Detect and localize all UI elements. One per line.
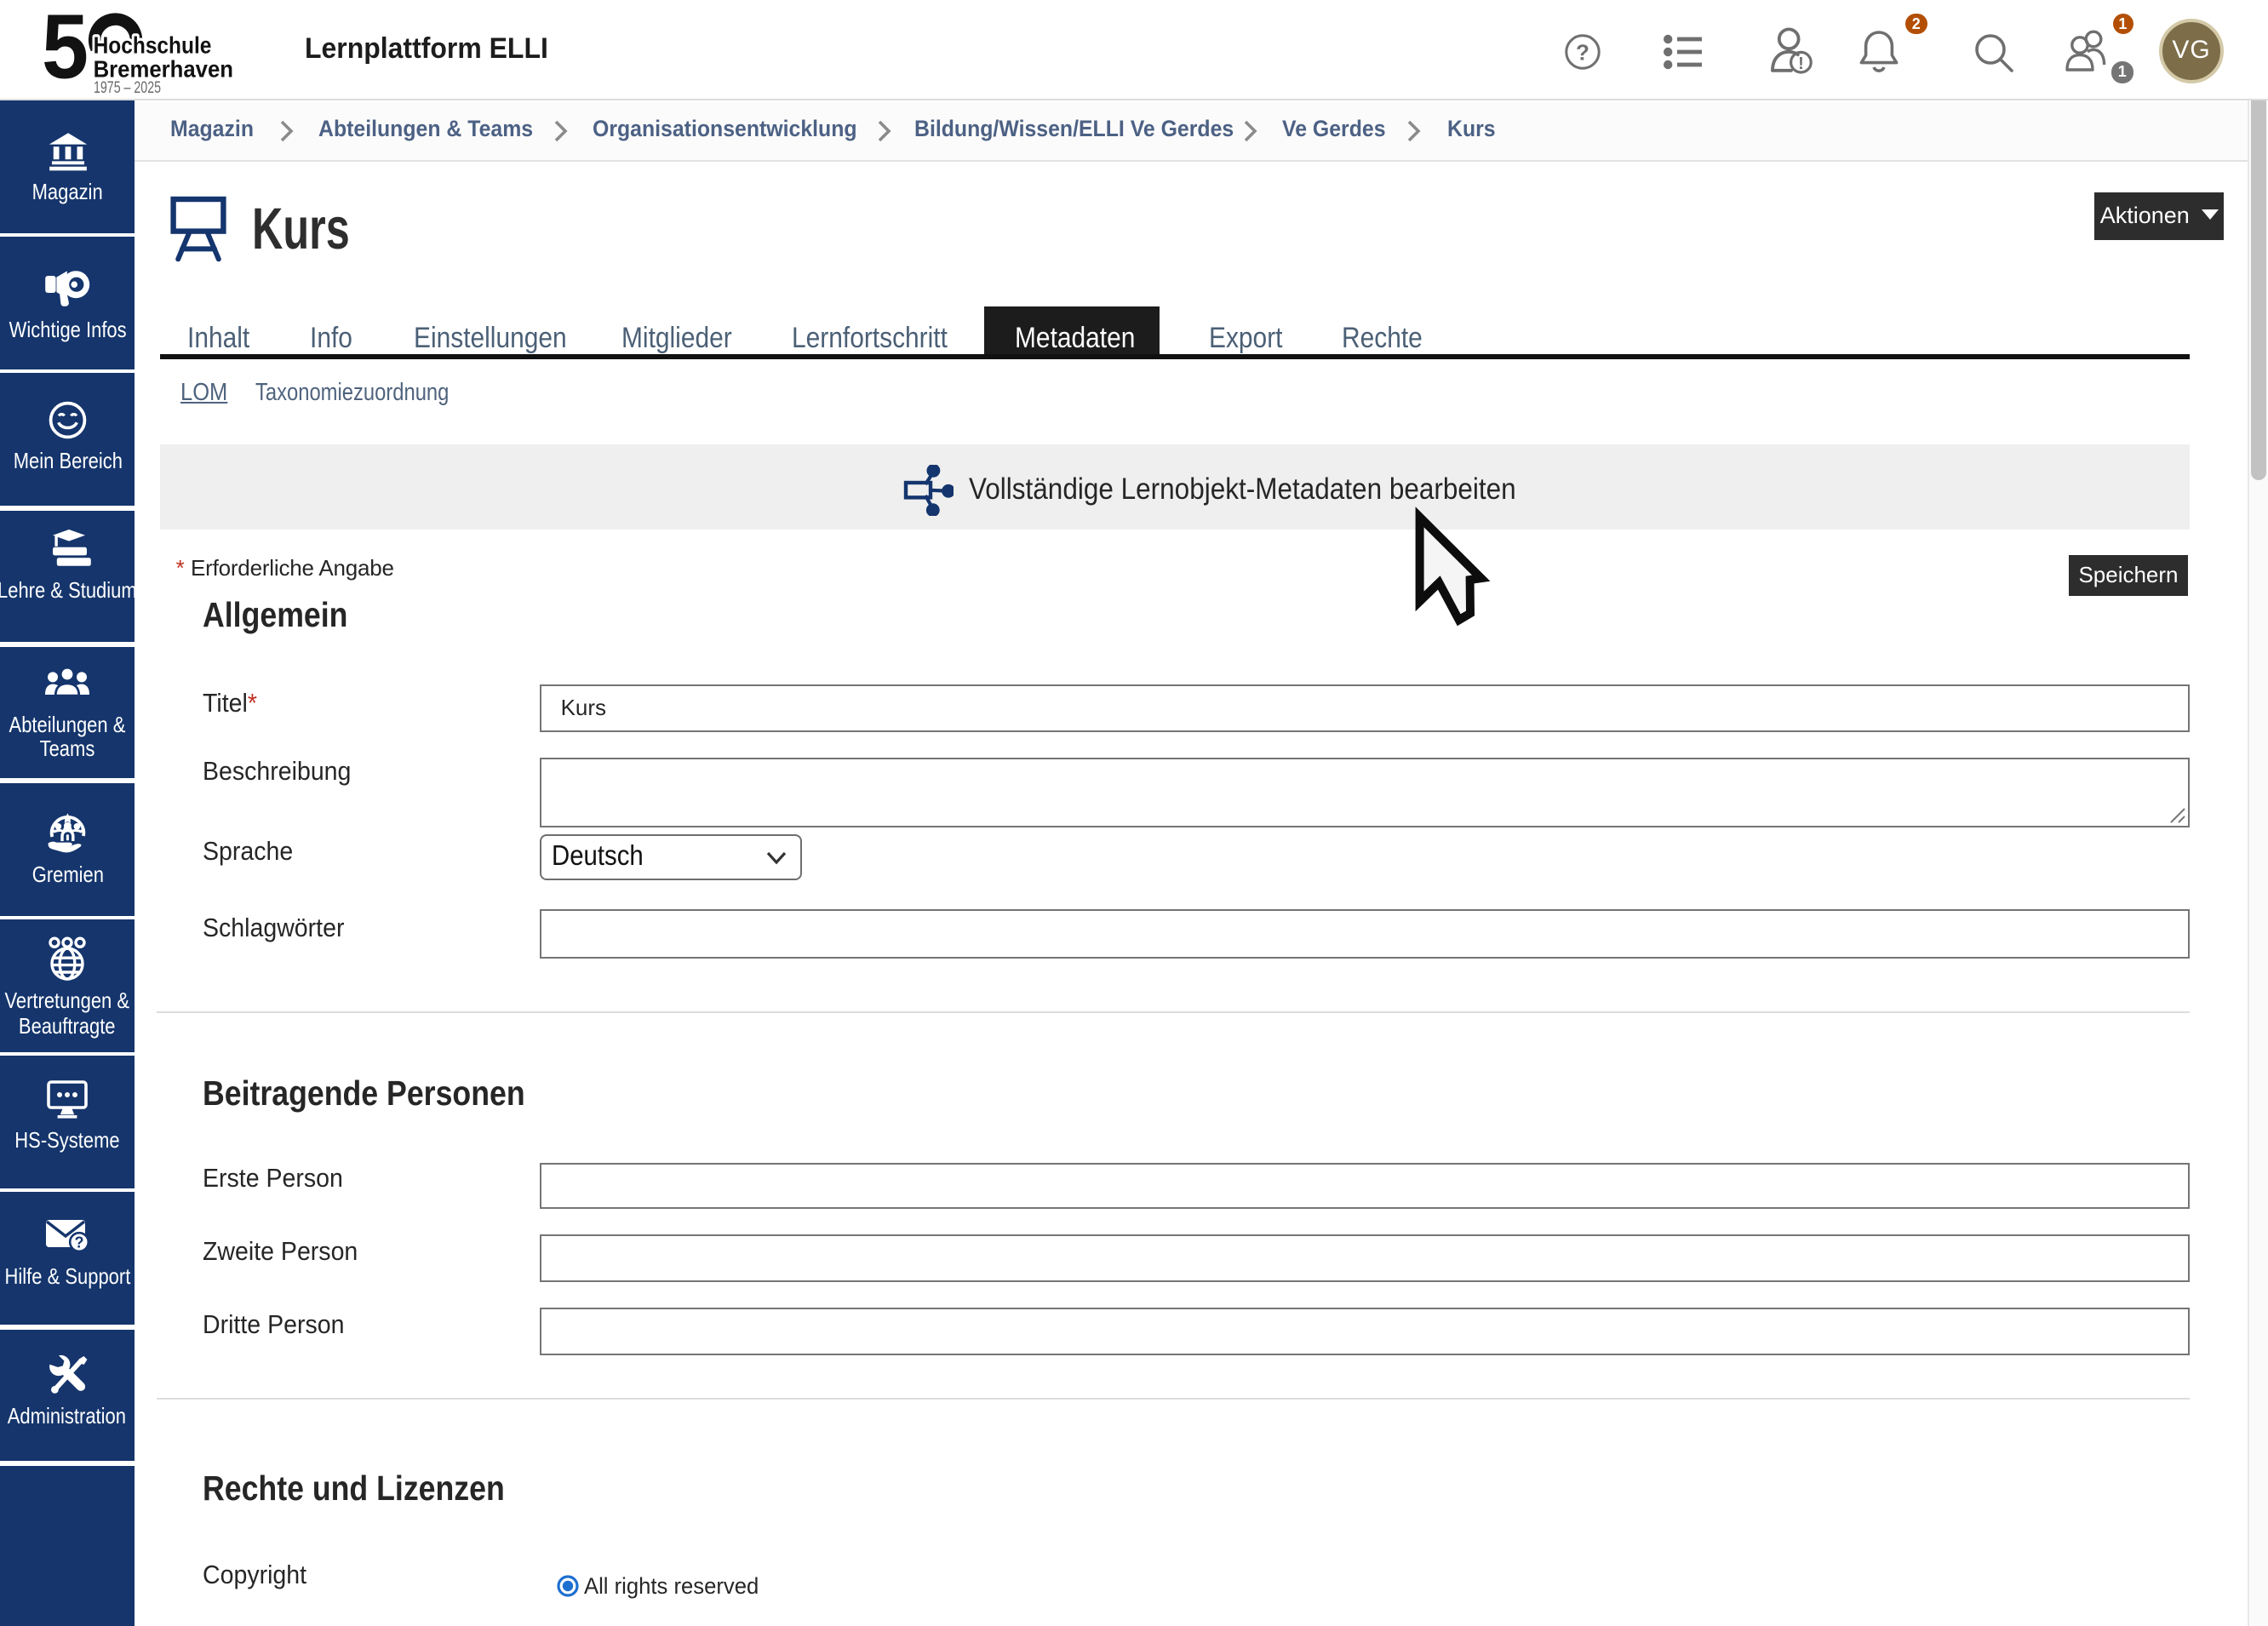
- svg-text:Bremerhaven: Bremerhaven: [94, 55, 233, 82]
- svg-text:5: 5: [42, 7, 89, 97]
- svg-text:?: ?: [74, 1234, 83, 1251]
- svg-text:!: !: [1798, 54, 1804, 73]
- svg-text:?: ?: [1576, 39, 1589, 65]
- svg-text:Hochschule: Hochschule: [94, 32, 212, 59]
- svg-text:1975 – 2025: 1975 – 2025: [94, 79, 161, 97]
